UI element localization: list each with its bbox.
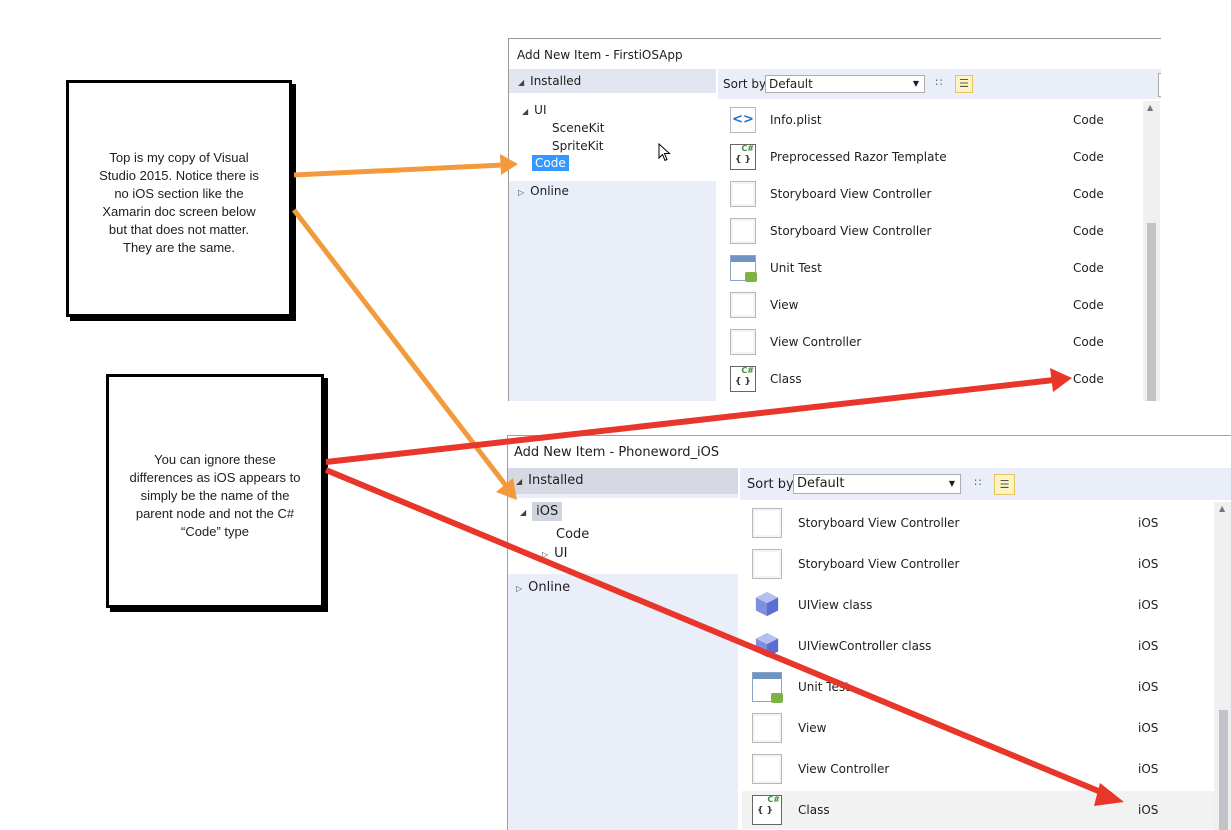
tree-node-code[interactable]: Code xyxy=(556,527,589,542)
tree-node-code-label[interactable]: Code xyxy=(532,155,569,171)
dialog-top-toolbar: Sort by: Default ▼ ∷ ☰ xyxy=(718,69,1161,99)
blank-template-icon xyxy=(730,181,756,207)
tree-node-ui[interactable]: ▷ UI xyxy=(542,546,568,561)
tree-node-ui-label[interactable]: ◢ UI xyxy=(522,103,546,117)
list-item[interactable]: C# Class iOS xyxy=(742,791,1214,829)
scroll-up-icon[interactable]: ▲ xyxy=(1219,504,1225,513)
chevron-down-icon: ▼ xyxy=(948,479,955,488)
list-item[interactable]: Unit Test iOS xyxy=(742,670,1214,706)
dialog-bottom-scrollbar[interactable]: ▲ xyxy=(1214,502,1231,830)
list-item[interactable]: Unit Test Code xyxy=(718,253,1143,283)
list-item[interactable]: View Controller Code xyxy=(718,327,1143,357)
blank-template-icon xyxy=(730,292,756,318)
sort-combo[interactable]: Default ▼ xyxy=(765,75,925,93)
list-item[interactable]: <> Info.plist Code xyxy=(718,105,1143,135)
tree-node-scenekit-label[interactable]: SceneKit xyxy=(552,121,605,135)
scroll-up-icon[interactable]: ▲ xyxy=(1147,103,1153,112)
small-icons-view-button[interactable]: ∷ xyxy=(930,75,948,93)
cube-icon xyxy=(755,591,779,617)
blank-template-icon xyxy=(730,218,756,244)
list-item[interactable]: Storyboard View Controller Code xyxy=(718,179,1143,209)
collapsed-triangle-icon: ▷ xyxy=(542,550,549,559)
list-item[interactable]: C# Preprocessed Razor Template Code xyxy=(718,142,1143,172)
cube-icon xyxy=(755,632,779,658)
tree-installed[interactable]: ◢ Installed xyxy=(508,468,738,494)
details-view-button[interactable]: ☰ xyxy=(955,75,973,93)
blank-template-icon xyxy=(752,713,782,743)
dialog-top-scrollbar[interactable]: ▲ xyxy=(1143,101,1160,401)
list-item[interactable]: View Code xyxy=(718,290,1143,320)
tree-node-online[interactable]: ▷ Online xyxy=(518,184,569,198)
sort-label: Sort by: xyxy=(747,477,798,492)
expand-triangle-icon: ◢ xyxy=(522,107,529,116)
plist-icon: <> xyxy=(730,107,756,133)
orange-arrow-to-ios xyxy=(292,208,517,500)
list-item[interactable]: C# Class Code xyxy=(718,364,1143,394)
details-view-button[interactable]: ☰ xyxy=(994,474,1015,495)
list-item[interactable]: UIViewController class iOS xyxy=(742,629,1214,665)
blank-template-icon xyxy=(730,329,756,355)
search-box[interactable] xyxy=(1158,73,1161,97)
list-item[interactable]: Storyboard View Controller iOS xyxy=(742,547,1214,583)
unit-test-icon xyxy=(752,672,783,703)
dialog-bottom-tree: ◢ Installed ◢ iOS Code ▷ UI ▷ Online xyxy=(508,468,738,830)
tree-installed[interactable]: ◢ Installed xyxy=(509,69,716,93)
mouse-cursor-icon xyxy=(658,143,671,162)
tree-node-spritekit-label[interactable]: SpriteKit xyxy=(552,139,604,153)
collapsed-triangle-icon: ▷ xyxy=(516,584,523,593)
list-item[interactable]: Storyboard View Controller Code xyxy=(718,216,1143,246)
list-item[interactable]: Storyboard View Controller iOS xyxy=(742,506,1214,542)
blank-template-icon xyxy=(752,508,782,538)
dialog-bottom-toolbar: Sort by: Default ▼ ∷ ☰ xyxy=(740,468,1231,500)
csharp-file-icon: C# xyxy=(752,795,782,825)
sort-combo[interactable]: Default ▼ xyxy=(793,474,961,494)
scrollbar-thumb[interactable] xyxy=(1219,710,1228,830)
blank-template-icon xyxy=(752,754,782,784)
collapsed-triangle-icon: ▷ xyxy=(518,188,525,197)
blank-template-icon xyxy=(752,549,782,579)
dialog-top: Add New Item - FirstiOSApp ◢Installed ◢U… xyxy=(508,38,1161,401)
csharp-file-icon: C# xyxy=(730,144,756,170)
note-bottom: You can ignore these differences as iOS … xyxy=(106,374,324,608)
list-item[interactable]: View iOS xyxy=(742,711,1214,747)
scrollbar-thumb[interactable] xyxy=(1147,223,1156,401)
expand-triangle-icon: ◢ xyxy=(518,78,525,87)
note-top: Top is my copy of Visual Studio 2015. No… xyxy=(66,80,292,317)
unit-test-icon xyxy=(730,255,757,282)
sort-label: Sort by: xyxy=(723,77,770,91)
list-item[interactable]: UIView class iOS xyxy=(742,588,1214,624)
dialog-top-item-list: <> Info.plist Code C# Preprocessed Razor… xyxy=(718,101,1143,401)
tree-node-online[interactable]: ▷ Online xyxy=(516,580,570,595)
list-item[interactable]: View Controller iOS xyxy=(742,752,1214,788)
tree-node-ios[interactable]: ◢ iOS xyxy=(520,502,563,521)
dialog-bottom-item-list: Storyboard View Controller iOS Storyboar… xyxy=(742,502,1214,830)
dialog-bottom-title: Add New Item - Phoneword_iOS xyxy=(514,445,720,460)
note-top-text: Top is my copy of Visual Studio 2015. No… xyxy=(99,150,259,255)
orange-arrow-to-code xyxy=(293,154,518,178)
expand-triangle-icon: ◢ xyxy=(516,477,523,486)
note-bottom-text: You can ignore these differences as iOS … xyxy=(129,452,301,539)
expand-triangle-icon: ◢ xyxy=(520,508,527,517)
small-icons-view-button[interactable]: ∷ xyxy=(969,475,987,493)
dialog-bottom: Add New Item - Phoneword_iOS ◢ Installed … xyxy=(507,435,1231,830)
chevron-down-icon: ▼ xyxy=(912,79,919,88)
dialog-top-title: Add New Item - FirstiOSApp xyxy=(517,48,683,62)
csharp-file-icon: C# xyxy=(730,366,756,392)
